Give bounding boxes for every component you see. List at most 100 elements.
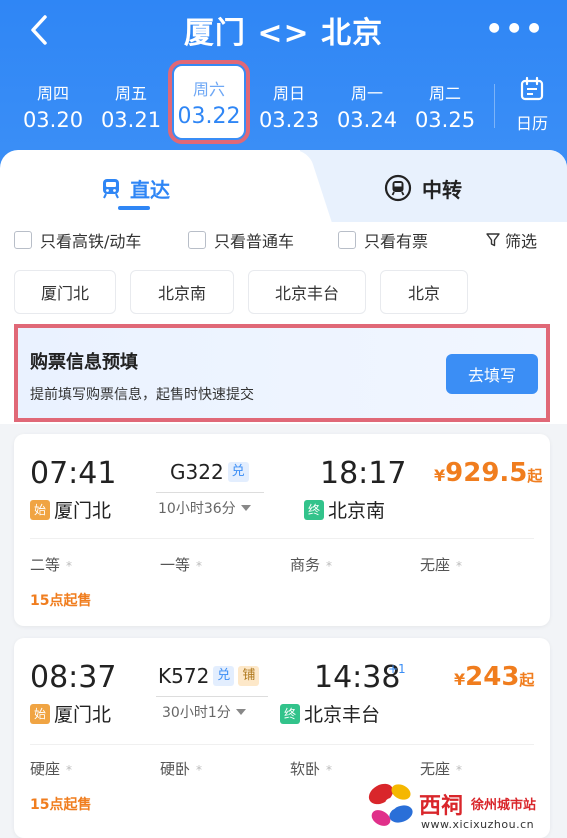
start-tag: 始: [30, 499, 50, 520]
train-card-g322[interactable]: 07:41 始 厦门北 G322 兑 10小时36分 18:17 终 北京南 ¥…: [14, 434, 550, 626]
train-code-text: K572: [158, 664, 210, 688]
tab-direct-label: 直达: [130, 177, 170, 202]
seat-class: 软卧 *: [290, 758, 332, 779]
filter-row: 只看高铁/动车 只看普通车 只看有票: [14, 228, 554, 254]
train-code: K572 兑 铺: [158, 664, 260, 688]
duration-line: [156, 492, 264, 493]
watermark: 西祠 徐州城市站 www.xicixuzhou.cn: [363, 772, 567, 838]
date-item-0325[interactable]: 周二 03.25: [406, 72, 484, 136]
checkbox[interactable]: [14, 231, 32, 249]
caret-down-icon: [240, 505, 251, 511]
berth-badge: 铺: [238, 666, 260, 686]
divider: [30, 744, 534, 745]
seat-class: 二等 *: [30, 554, 72, 575]
train-code-text: G322: [170, 460, 224, 484]
redeem-badge: 兑: [213, 666, 235, 686]
duration-line: [156, 696, 268, 697]
station-chip-beijing[interactable]: 北京: [380, 270, 468, 314]
duration-text: 10小时36分: [158, 501, 236, 517]
seat-class: 硬卧 *: [160, 758, 202, 779]
depart-station-name: 厦门北: [54, 500, 112, 522]
filter-high-speed[interactable]: 只看高铁/动车: [14, 228, 141, 252]
start-tag: 始: [30, 703, 50, 724]
train-code: G322 兑: [170, 460, 249, 484]
date-value: 03.25: [414, 108, 476, 132]
arrive-station-name: 北京丰台: [304, 704, 381, 726]
date-weekday: 周二: [428, 84, 461, 103]
train-icon: [103, 179, 119, 199]
filter-normal-train[interactable]: 只看普通车: [188, 228, 294, 252]
arrive-station: 终 北京南: [304, 496, 385, 523]
depart-station: 始 厦门北: [30, 496, 111, 523]
station-chip-xiamenbei[interactable]: 厦门北: [14, 270, 116, 314]
depart-station-name: 厦门北: [54, 704, 112, 726]
checkbox[interactable]: [338, 231, 356, 249]
date-value: 03.24: [336, 108, 398, 132]
date-weekday: 周五: [114, 84, 147, 103]
banner-title: 购票信息预填: [30, 352, 138, 373]
price-suffix: 起: [519, 671, 535, 689]
station-chip-beijingnan[interactable]: 北京南: [130, 270, 234, 314]
seat-name: 硬座: [30, 760, 61, 778]
date-selector: 周四 03.20 周五 03.21 周六 03.22 周日 03.23 周一 0…: [14, 60, 484, 144]
screen-label: 筛选: [504, 232, 537, 251]
filter-label: 只看普通车: [214, 232, 295, 251]
seat-name: 二等: [30, 556, 61, 574]
transfer-train-icon: [384, 174, 412, 202]
date-item-0321[interactable]: 周五 03.21: [92, 72, 170, 136]
tab-direct[interactable]: 直达: [100, 168, 170, 208]
depart-time: 08:37: [30, 660, 117, 695]
date-weekday: 周日: [272, 84, 305, 103]
watermark-logo-icon: [368, 783, 413, 826]
price-symbol: ¥: [454, 670, 466, 689]
next-day-badge: +1: [388, 662, 406, 676]
prefill-banner: 购票信息预填 提前填写购票信息，起售时快速提交 去填写: [14, 324, 550, 422]
calendar-button[interactable]: 日历: [507, 76, 557, 136]
redeem-badge: 兑: [227, 462, 249, 482]
seat-class: 一等 *: [160, 554, 202, 575]
price-suffix: 起: [527, 467, 543, 485]
filter-available[interactable]: 只看有票: [338, 228, 428, 252]
price-value: 243: [465, 662, 520, 692]
arrive-time: 18:17: [320, 456, 407, 491]
tab-transfer[interactable]: 中转: [384, 168, 462, 208]
seat-status: *: [196, 559, 203, 573]
duration[interactable]: 30小时1分: [162, 702, 247, 722]
funnel-icon: [486, 233, 500, 247]
date-divider: [494, 84, 495, 128]
seat-status: *: [326, 559, 333, 573]
divider: [30, 538, 534, 539]
watermark-site: 徐州城市站: [471, 798, 537, 813]
price: ¥ 243 起: [454, 662, 534, 692]
date-value: 03.21: [100, 108, 162, 132]
date-value: 03.23: [258, 108, 320, 132]
date-item-0323[interactable]: 周日 03.23: [250, 72, 328, 136]
checkbox[interactable]: [188, 231, 206, 249]
page-title: 厦门 <> 北京: [183, 16, 384, 51]
price-symbol: ¥: [434, 466, 446, 485]
watermark-name: 西祠: [419, 794, 464, 819]
calendar-icon: [520, 76, 544, 101]
date-value: 03.20: [22, 108, 84, 132]
caret-down-icon: [235, 709, 246, 715]
date-item-0320[interactable]: 周四 03.20: [14, 72, 92, 136]
seat-class: 无座 *: [420, 554, 462, 575]
more-options-button[interactable]: •••: [485, 12, 545, 45]
date-weekday: 周六: [192, 80, 225, 99]
filter-label: 只看高铁/动车: [40, 232, 142, 251]
date-item-0324[interactable]: 周一 03.24: [328, 72, 406, 136]
seat-status: *: [196, 763, 203, 777]
tab-transfer-label: 中转: [422, 177, 462, 202]
date-weekday: 周四: [36, 84, 69, 103]
screen-button[interactable]: 筛选: [485, 228, 537, 252]
duration[interactable]: 10小时36分: [158, 498, 252, 518]
filter-label: 只看有票: [364, 232, 429, 251]
seat-status: *: [456, 559, 463, 573]
date-item-0322-selected[interactable]: 周六 03.22: [168, 60, 250, 144]
seat-status: *: [326, 763, 333, 777]
station-chip-beijingfengtai[interactable]: 北京丰台: [248, 270, 366, 314]
seat-class: 硬座 *: [30, 758, 72, 779]
price: ¥ 929.5 起: [434, 458, 542, 488]
seat-status: *: [66, 763, 73, 777]
prefill-button[interactable]: 去填写: [446, 354, 538, 394]
